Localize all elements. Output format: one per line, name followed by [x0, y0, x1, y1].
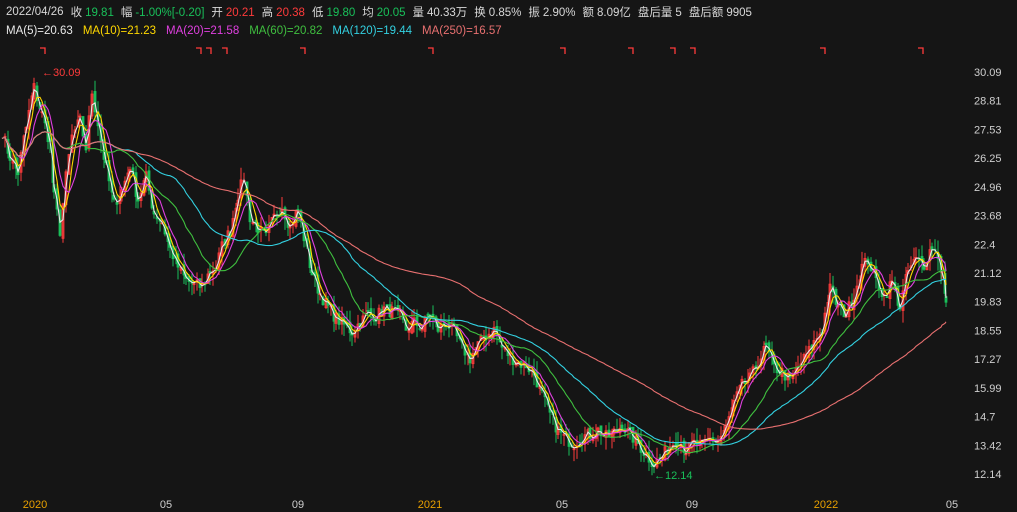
signal-mark [300, 47, 306, 54]
y-tick-label: 12.14 [974, 469, 1002, 481]
y-tick-label: 30.09 [974, 67, 1002, 79]
max-price-annotation: ←30.09 [42, 67, 81, 79]
min-price-annotation: ←12.14 [654, 470, 693, 482]
y-tick-label: 24.96 [974, 182, 1002, 194]
x-axis: 2020 05 09 2021 05 09 2022 05 [23, 499, 958, 511]
candles [3, 77, 948, 476]
y-tick-label: 26.25 [974, 153, 1002, 165]
signal-mark [428, 47, 434, 54]
signal-mark [690, 47, 696, 54]
y-tick-label: 22.4 [974, 239, 995, 251]
candle-body [366, 309, 370, 312]
signal-mark [40, 47, 46, 54]
signal-mark [196, 47, 202, 54]
x-tick-label: 09 [686, 499, 698, 511]
x-tick-label: 05 [556, 499, 568, 511]
candle-body [115, 202, 119, 205]
signal-mark [670, 47, 676, 54]
candle-body [676, 443, 680, 446]
ma10-line [1, 96, 947, 465]
y-tick-label: 17.27 [974, 354, 1002, 366]
y-tick-label: 18.55 [974, 325, 1002, 337]
signal-mark [560, 47, 566, 54]
ma5-line [1, 88, 947, 468]
signal-mark [628, 47, 634, 54]
signal-mark [206, 47, 212, 54]
y-tick-label: 27.53 [974, 124, 1002, 136]
x-tick-label: 2021 [418, 499, 442, 511]
candlestick-chart[interactable]: ←30.09 ←12.14 30.09 28.81 27.53 26.25 24.96 23… [0, 0, 1017, 512]
y-tick-label: 19.83 [974, 297, 1002, 309]
y-tick-label: 15.99 [974, 383, 1002, 395]
y-tick-label: 13.42 [974, 440, 1002, 452]
y-tick-label: 14.7 [974, 412, 995, 424]
x-tick-label: 05 [160, 499, 172, 511]
y-axis: 30.09 28.81 27.53 26.25 24.96 23.68 22.4 21.12 1… [974, 67, 1002, 481]
x-tick-label: 2020 [23, 499, 47, 511]
signal-mark [918, 47, 924, 54]
y-tick-label: 28.81 [974, 96, 1002, 108]
y-tick-label: 21.12 [974, 268, 1002, 280]
ma20-line [1, 104, 947, 462]
candle-body [885, 296, 889, 299]
moving-average-lines [1, 88, 947, 468]
candle-body [764, 342, 768, 346]
price-annotations: ←30.09 ←12.14 [42, 67, 693, 482]
x-tick-label: 2022 [814, 499, 838, 511]
signal-mark [222, 47, 228, 54]
signal-mark [820, 47, 826, 54]
ma250-line [1, 131, 947, 430]
x-tick-label: 05 [946, 499, 958, 511]
signal-marks [40, 47, 924, 54]
x-tick-label: 09 [292, 499, 304, 511]
y-tick-label: 23.68 [974, 211, 1002, 223]
